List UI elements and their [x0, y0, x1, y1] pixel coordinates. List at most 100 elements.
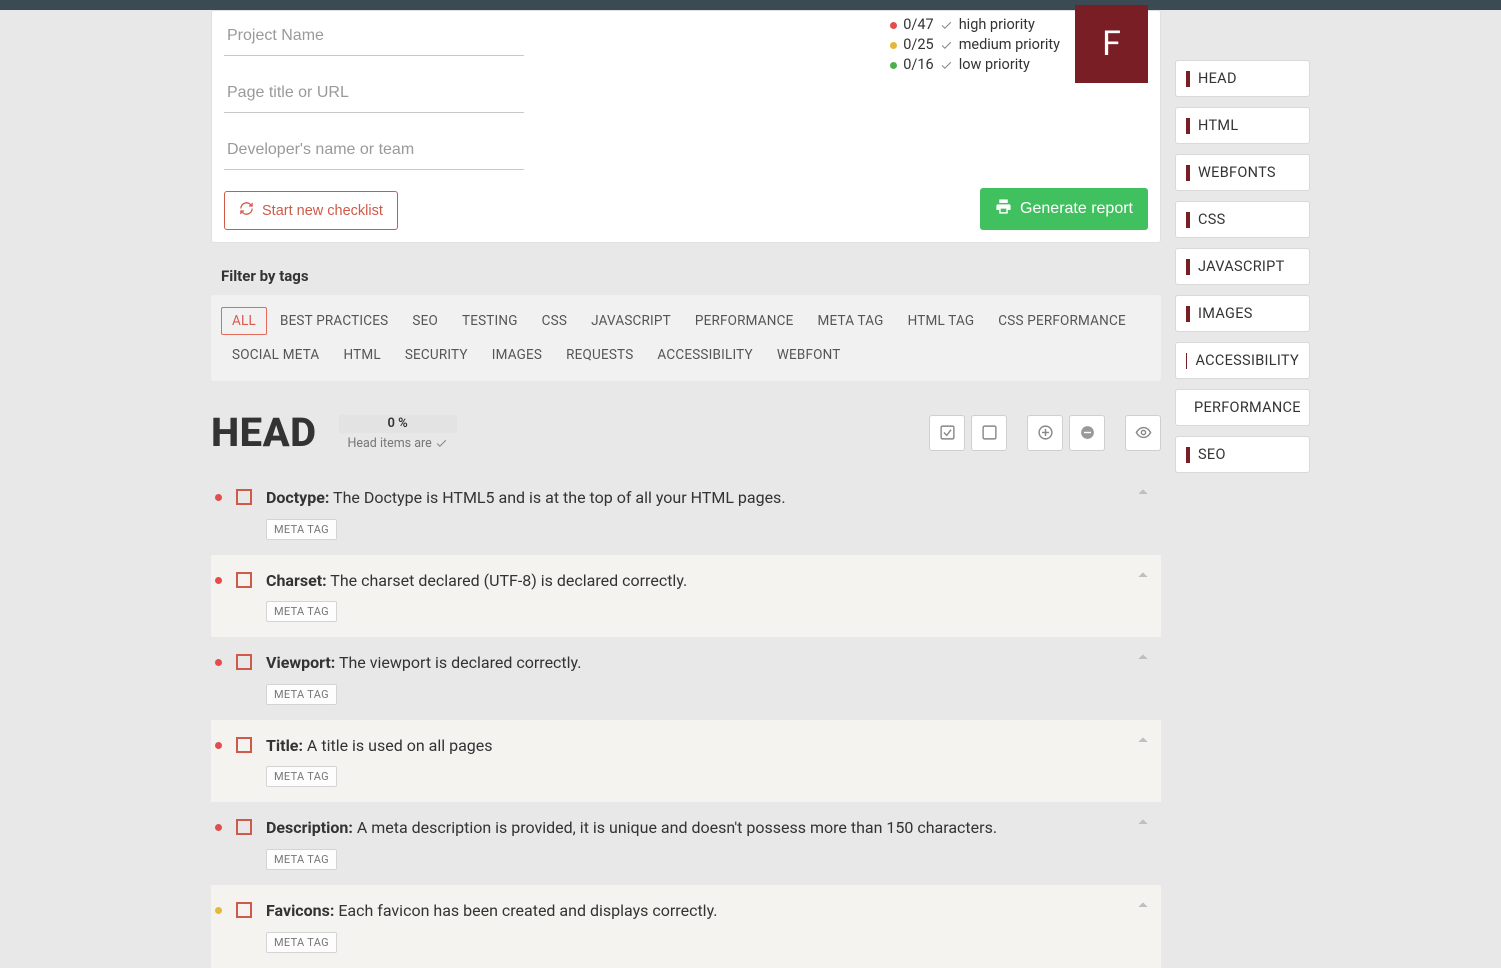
grade-badge: F	[1075, 5, 1148, 83]
priority-dot	[215, 824, 222, 831]
item-checkbox[interactable]	[236, 737, 252, 753]
collapse-toggle[interactable]	[1135, 732, 1151, 752]
generate-report-button[interactable]: Generate report	[980, 188, 1148, 230]
low-label: low priority	[959, 55, 1030, 75]
item-tag[interactable]: META TAG	[266, 849, 337, 870]
collapse-toggle[interactable]	[1135, 897, 1151, 917]
nav-label: HTML	[1198, 117, 1238, 134]
section-title: HEAD	[211, 409, 317, 456]
nav-item-css[interactable]: CSS	[1175, 201, 1310, 238]
checklist-items: Doctype: The Doctype is HTML5 and is at …	[211, 472, 1161, 968]
nav-accent	[1186, 306, 1190, 322]
project-name-input[interactable]	[224, 17, 524, 56]
page-url-input[interactable]	[224, 74, 524, 113]
nav-item-javascript[interactable]: JAVASCRIPT	[1175, 248, 1310, 285]
item-tag[interactable]: META TAG	[266, 766, 337, 787]
nav-item-performance[interactable]: PERFORMANCE	[1175, 389, 1310, 426]
filter-title: Filter by tags	[221, 267, 1161, 285]
priority-dot	[215, 742, 222, 749]
filter-tag-accessibility[interactable]: ACCESSIBILITY	[646, 341, 763, 369]
nav-item-webfonts[interactable]: WEBFONTS	[1175, 154, 1310, 191]
item-checkbox[interactable]	[236, 654, 252, 670]
refresh-icon	[239, 201, 254, 220]
check-all-button[interactable]	[929, 415, 965, 451]
nav-item-seo[interactable]: SEO	[1175, 436, 1310, 473]
uncheck-all-button[interactable]	[971, 415, 1007, 451]
filter-tag-best-practices[interactable]: BEST PRACTICES	[269, 307, 399, 335]
collapse-toggle[interactable]	[1135, 814, 1151, 834]
item-checkbox[interactable]	[236, 572, 252, 588]
collapse-all-button[interactable]	[1069, 415, 1105, 451]
item-tag[interactable]: META TAG	[266, 932, 337, 953]
progress-bar: 0 %	[339, 415, 457, 433]
item-tag[interactable]: META TAG	[266, 684, 337, 705]
nav-accent	[1186, 259, 1190, 275]
checklist-item: Title: A title is used on all pagesMETA …	[211, 720, 1161, 803]
checklist-item: Viewport: The viewport is declared corre…	[211, 637, 1161, 720]
filter-tag-css-performance[interactable]: CSS PERFORMANCE	[987, 307, 1137, 335]
filter-tag-html-tag[interactable]: HTML TAG	[897, 307, 986, 335]
item-text: Favicons: Each favicon has been created …	[266, 900, 1149, 922]
check-icon	[940, 59, 953, 72]
checklist-item: Favicons: Each favicon has been created …	[211, 885, 1161, 968]
check-icon	[940, 19, 953, 32]
nav-accent	[1186, 212, 1190, 228]
nav-item-accessibility[interactable]: ACCESSIBILITY	[1175, 342, 1310, 379]
low-count: 0/16	[903, 55, 933, 75]
print-icon	[995, 198, 1012, 220]
nav-accent	[1186, 118, 1190, 134]
filter-tag-performance[interactable]: PERFORMANCE	[684, 307, 805, 335]
filter-tag-css[interactable]: CSS	[531, 307, 578, 335]
nav-label: SEO	[1198, 446, 1226, 463]
filter-tag-meta-tag[interactable]: META TAG	[806, 307, 894, 335]
nav-accent	[1186, 447, 1190, 463]
nav-label: WEBFONTS	[1198, 164, 1276, 181]
item-text: Charset: The charset declared (UTF-8) is…	[266, 570, 1149, 592]
medium-label: medium priority	[959, 35, 1060, 55]
nav-item-html[interactable]: HTML	[1175, 107, 1310, 144]
priority-dot	[215, 907, 222, 914]
medium-count: 0/25	[903, 35, 933, 55]
filter-tag-javascript[interactable]: JAVASCRIPT	[580, 307, 682, 335]
start-new-checklist-button[interactable]: Start new checklist	[224, 191, 398, 230]
start-new-label: Start new checklist	[262, 203, 383, 219]
collapse-toggle[interactable]	[1135, 567, 1151, 587]
nav-label: JAVASCRIPT	[1198, 258, 1285, 275]
nav-accent	[1186, 71, 1190, 87]
item-tag[interactable]: META TAG	[266, 519, 337, 540]
section-nav: HEAD HTML WEBFONTS CSS JAVASCRIPT IMAGES ACCES…	[1175, 60, 1310, 483]
nav-label: IMAGES	[1198, 305, 1253, 322]
filter-tag-html[interactable]: HTML	[332, 341, 391, 369]
priority-stats: 0/47 high priority 0/25 medium priority …	[890, 15, 1060, 75]
priority-dot	[215, 577, 222, 584]
developer-input[interactable]	[224, 131, 524, 170]
priority-dot-medium	[890, 42, 897, 49]
section-header: HEAD 0 % Head items are	[211, 409, 1161, 456]
collapse-toggle[interactable]	[1135, 649, 1151, 669]
nav-item-head[interactable]: HEAD	[1175, 60, 1310, 97]
item-text: Description: A meta description is provi…	[266, 817, 1149, 839]
item-checkbox[interactable]	[236, 902, 252, 918]
item-tag[interactable]: META TAG	[266, 601, 337, 622]
priority-dot-high	[890, 22, 897, 29]
filter-tag-all[interactable]: ALL	[221, 307, 267, 335]
check-icon	[940, 39, 953, 52]
top-bar	[0, 0, 1501, 10]
item-checkbox[interactable]	[236, 489, 252, 505]
item-checkbox[interactable]	[236, 819, 252, 835]
filter-tag-social-meta[interactable]: SOCIAL META	[221, 341, 330, 369]
progress-subtext: Head items are	[347, 436, 447, 451]
filter-tag-testing[interactable]: TESTING	[451, 307, 529, 335]
expand-all-button[interactable]	[1027, 415, 1063, 451]
filter-tag-seo[interactable]: SEO	[401, 307, 449, 335]
filter-tag-requests[interactable]: REQUESTS	[555, 341, 644, 369]
visibility-button[interactable]	[1125, 415, 1161, 451]
nav-item-images[interactable]: IMAGES	[1175, 295, 1310, 332]
filter-tag-images[interactable]: IMAGES	[481, 341, 553, 369]
checklist-item: Description: A meta description is provi…	[211, 802, 1161, 885]
project-form-card: F 0/47 high priority 0/25 medium priorit…	[211, 10, 1161, 243]
priority-dot-low	[890, 62, 897, 69]
filter-tag-security[interactable]: SECURITY	[394, 341, 479, 369]
collapse-toggle[interactable]	[1135, 484, 1151, 504]
filter-tag-webfont[interactable]: WEBFONT	[766, 341, 852, 369]
